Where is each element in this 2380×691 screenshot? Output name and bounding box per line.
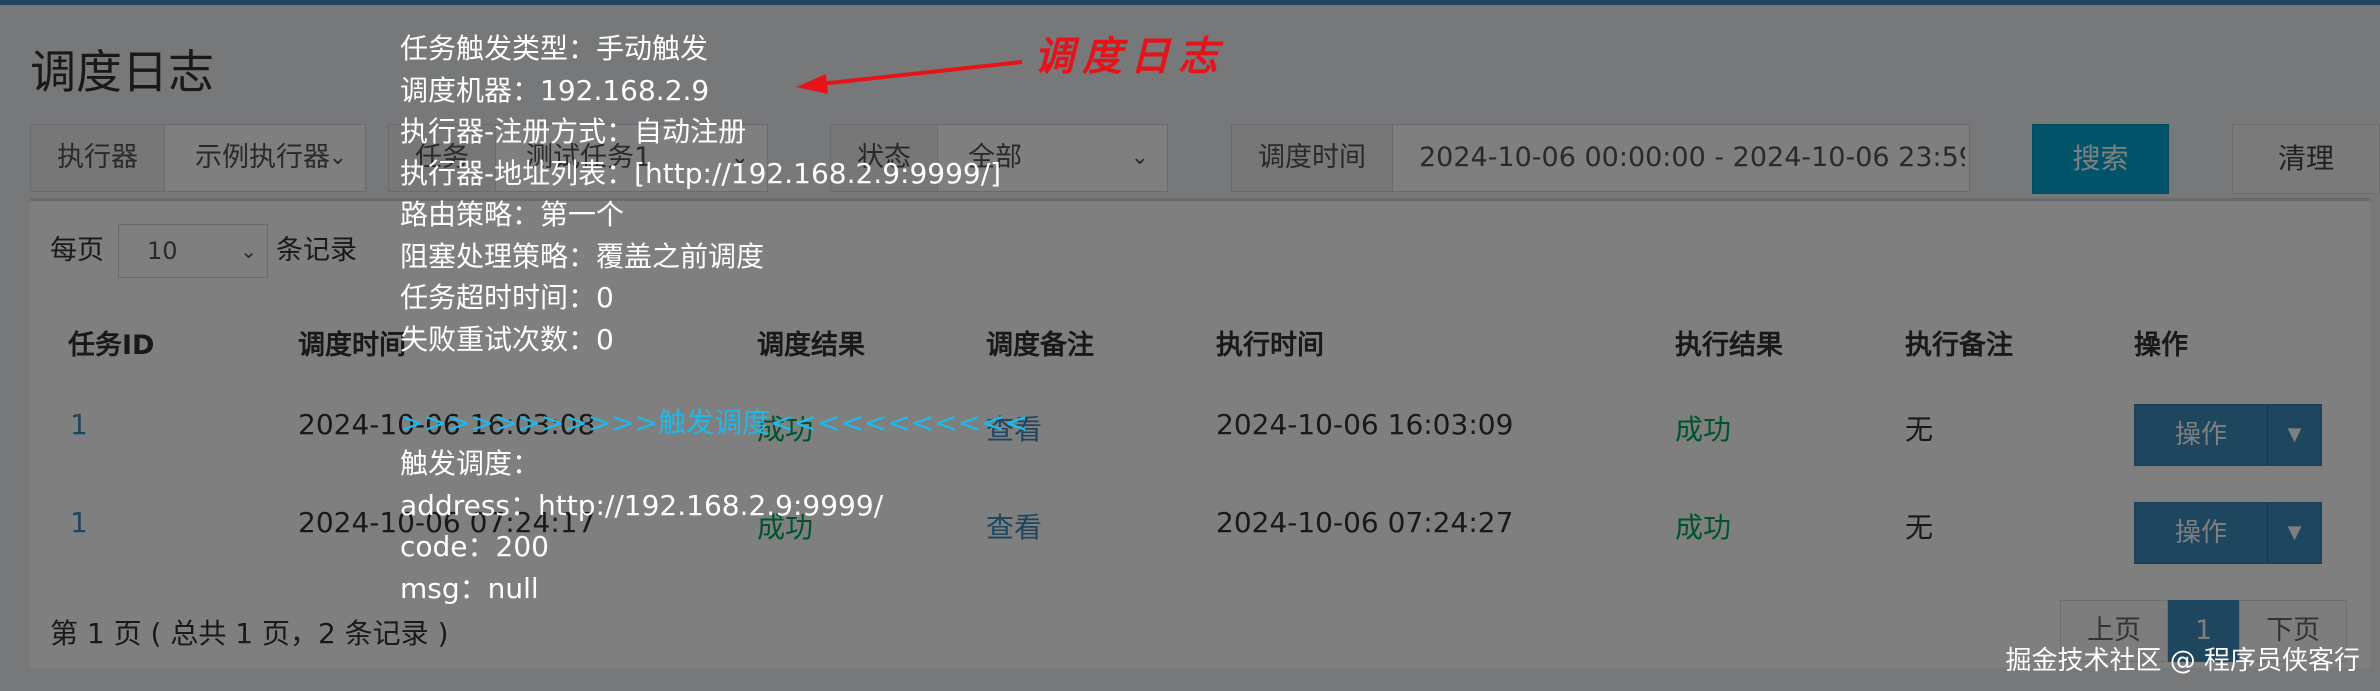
watermark: 掘金技术社区 @ 程序员侠客行 bbox=[2005, 646, 2360, 676]
tooltip-trigger-heading: >>>>>>>>>>>触发调度<<<<<<<<<<< bbox=[400, 405, 1029, 439]
tooltip-line: address：http://192.168.2.9:9999/ bbox=[400, 488, 884, 522]
tooltip-line: 阻塞处理策略：覆盖之前调度 bbox=[400, 239, 765, 273]
trigger-detail-tooltip: 任务触发类型：手动触发 调度机器：192.168.2.9 执行器-注册方式：自动… bbox=[400, 28, 1028, 609]
tooltip-line: 执行器-地址列表：[http://192.168.2.9:9999/] bbox=[400, 156, 1002, 190]
tooltip-line: 任务超时时间：0 bbox=[400, 281, 614, 314]
annotation-arrow-icon bbox=[796, 60, 1023, 94]
tooltip-spacer bbox=[400, 360, 1028, 402]
tooltip-line: 执行器-注册方式：自动注册 bbox=[400, 115, 747, 148]
tooltip-line: 路由策略：第一个 bbox=[400, 198, 625, 231]
tooltip-line: 失败重试次数：0 bbox=[400, 322, 614, 356]
tooltip-line: code：200 bbox=[400, 530, 549, 563]
annotation-label: 调度日志 bbox=[1034, 33, 1226, 80]
tooltip-line: msg：null bbox=[400, 571, 539, 605]
tooltip-line: 触发调度： bbox=[400, 447, 541, 480]
tooltip-backdrop bbox=[0, 0, 2380, 691]
